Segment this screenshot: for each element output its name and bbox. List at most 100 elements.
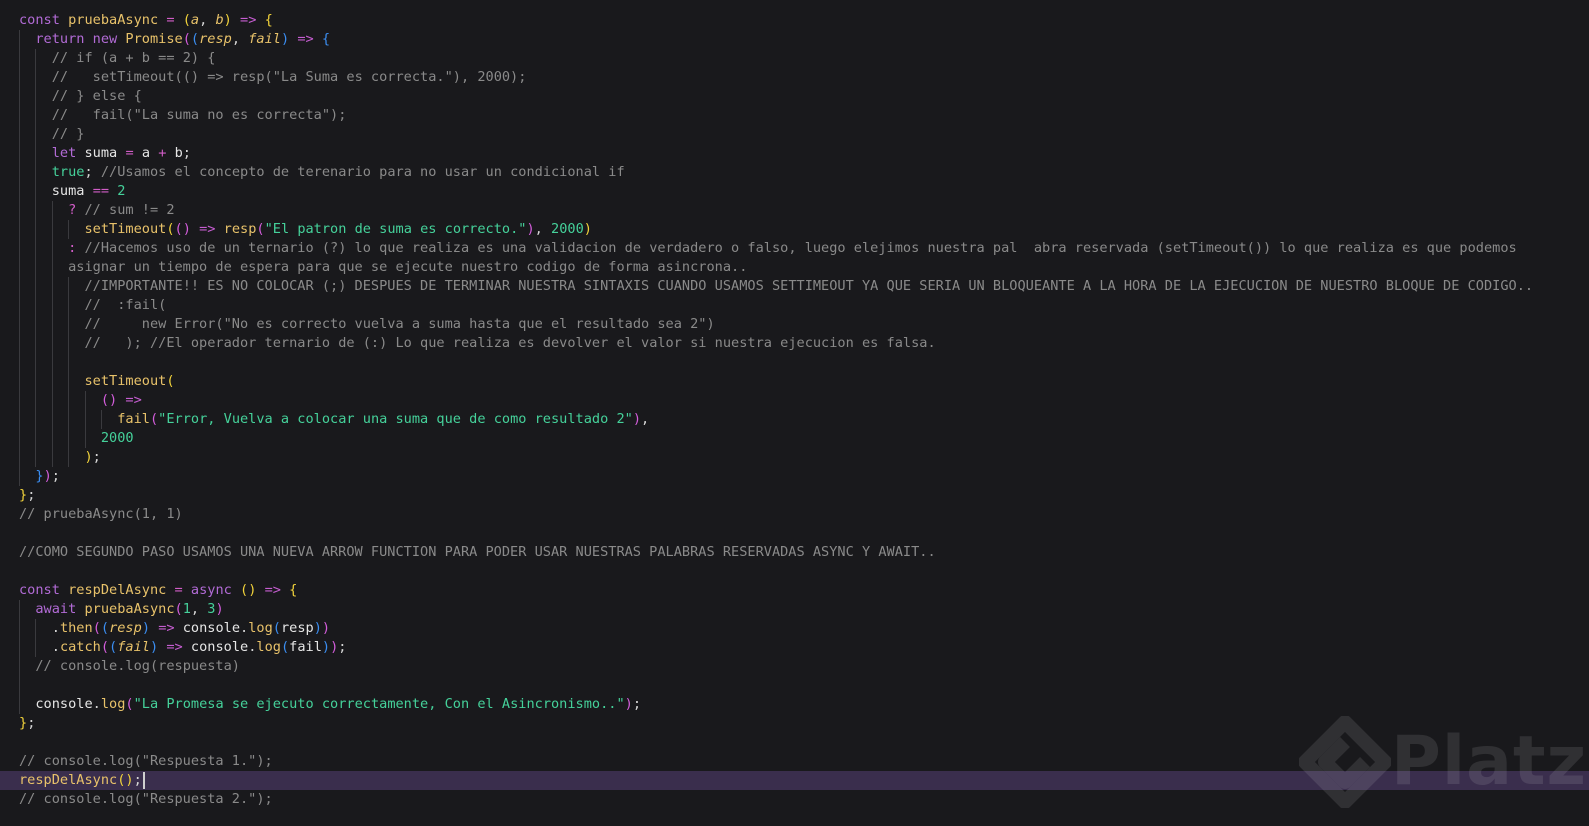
indent-guide	[35, 106, 37, 125]
code-line[interactable]: ? // sum != 2	[0, 201, 1589, 220]
indent-guide	[35, 239, 37, 258]
code-line[interactable]: // new Error("No es correcto vuelva a su…	[0, 315, 1589, 334]
indent-guide	[68, 296, 70, 315]
indent-guide	[19, 87, 20, 106]
code-line[interactable]: fail("Error, Vuelva a colocar una suma q…	[0, 410, 1589, 429]
code-line[interactable]: // if (a + b == 2) {	[0, 49, 1589, 68]
code-token: true	[51, 164, 85, 180]
code-line[interactable]: // setTimeout(() => resp("La Suma es cor…	[0, 68, 1589, 87]
code-line[interactable]: asignar un tiempo de espera para que se …	[0, 258, 1589, 277]
code-line[interactable]: // } else {	[0, 87, 1589, 106]
code-area[interactable]: const pruebaAsync = (a, b) => { return n…	[0, 11, 1589, 809]
indent-guide	[19, 296, 20, 315]
indent-guide	[68, 277, 70, 296]
code-line[interactable]: return new Promise((resp, fail) => {	[0, 30, 1589, 49]
code-line[interactable]: await pruebaAsync(1, 3)	[0, 600, 1589, 619]
code-token: 2000	[551, 221, 584, 237]
code-line[interactable]: // }	[0, 125, 1589, 144]
code-token: // setTimeout(() => resp("La Suma es cor…	[51, 69, 527, 85]
code-token: (	[174, 221, 183, 237]
code-line[interactable]: // fail("La suma no es correcta");	[0, 106, 1589, 125]
indent-guide	[19, 467, 20, 486]
code-line[interactable]: suma == 2	[0, 182, 1589, 201]
code-token: )	[321, 639, 331, 655]
code-line[interactable]: // pruebaAsync(1, 1)	[0, 505, 1589, 524]
code-token: )	[280, 31, 290, 47]
code-token: Promise	[125, 31, 183, 47]
indent-guide	[19, 144, 20, 163]
code-token: =>	[125, 392, 142, 408]
indent-guide	[68, 220, 70, 239]
code-line[interactable]: };	[0, 486, 1589, 505]
indent-guide	[19, 600, 20, 619]
code-line[interactable]: // ); //El operador ternario de (:) Lo q…	[0, 334, 1589, 353]
code-line[interactable]: );	[0, 448, 1589, 467]
code-line[interactable]: setTimeout(() => resp("El patron de suma…	[0, 220, 1589, 239]
code-token: pruebaAsync	[68, 12, 159, 28]
indent-guide	[51, 239, 53, 258]
code-token: // fail("La suma no es correcta");	[51, 107, 347, 123]
indent-guide	[19, 201, 20, 220]
code-token: )	[109, 392, 118, 408]
indent-guide	[51, 353, 53, 372]
code-line[interactable]: // :fail(	[0, 296, 1589, 315]
code-token: )	[43, 468, 52, 484]
code-line[interactable]	[0, 524, 1589, 543]
code-token: =>	[199, 221, 216, 237]
code-line[interactable]: const pruebaAsync = (a, b) => {	[0, 11, 1589, 30]
code-line[interactable]: : //Hacemos uso de un ternario (?) lo qu…	[0, 239, 1589, 258]
code-token: pruebaAsync	[84, 601, 175, 617]
code-line[interactable]	[0, 676, 1589, 695]
code-token: {	[264, 12, 273, 28]
code-line[interactable]	[0, 353, 1589, 372]
code-line[interactable]: // console.log(respuesta)	[0, 657, 1589, 676]
code-line[interactable]: () =>	[0, 391, 1589, 410]
code-line[interactable]: .catch((fail) => console.log(fail));	[0, 638, 1589, 657]
code-token: then	[59, 620, 93, 636]
indent-guide	[35, 372, 37, 391]
code-token: resp	[280, 620, 314, 636]
code-line[interactable]: true; //Usamos el concepto de terenario …	[0, 163, 1589, 182]
code-token: new	[92, 31, 126, 47]
code-token: ,	[641, 411, 650, 427]
code-token: )	[526, 221, 535, 237]
code-token: await	[35, 601, 85, 617]
code-token: )	[632, 411, 642, 427]
indent-guide	[19, 68, 20, 87]
code-line[interactable]: .then((resp) => console.log(resp))	[0, 619, 1589, 638]
code-token: 2000	[100, 430, 134, 446]
code-token: setTimeout	[84, 373, 167, 389]
code-line[interactable]: //COMO SEGUNDO PASO USAMOS UNA NUEVA ARR…	[0, 543, 1589, 562]
code-token: (	[166, 373, 175, 389]
code-line[interactable]: });	[0, 467, 1589, 486]
code-token: )	[125, 772, 134, 788]
indent-guide	[101, 410, 102, 429]
code-line[interactable]: setTimeout(	[0, 372, 1589, 391]
code-line[interactable]: //IMPORTANTE!! ES NO COLOCAR (;) DESPUES…	[0, 277, 1589, 296]
code-line[interactable]	[0, 562, 1589, 581]
code-line[interactable]: let suma = a + b;	[0, 144, 1589, 163]
code-token: // }	[51, 126, 85, 142]
code-line[interactable]: const respDelAsync = async () => {	[0, 581, 1589, 600]
code-line[interactable]: console.log("La Promesa se ejecuto corre…	[0, 695, 1589, 714]
code-token: (	[280, 639, 290, 655]
indent-guide	[68, 410, 70, 429]
code-token: b	[174, 145, 183, 161]
code-line[interactable]: 2000	[0, 429, 1589, 448]
code-token: "Error, Vuelva a colocar una suma que de…	[158, 411, 633, 427]
code-token: ,	[231, 31, 249, 47]
code-token: // sum != 2	[84, 202, 175, 218]
indent-guide	[51, 201, 53, 220]
code-editor[interactable]: const pruebaAsync = (a, b) => { return n…	[0, 0, 1589, 826]
code-token: const	[19, 582, 69, 598]
